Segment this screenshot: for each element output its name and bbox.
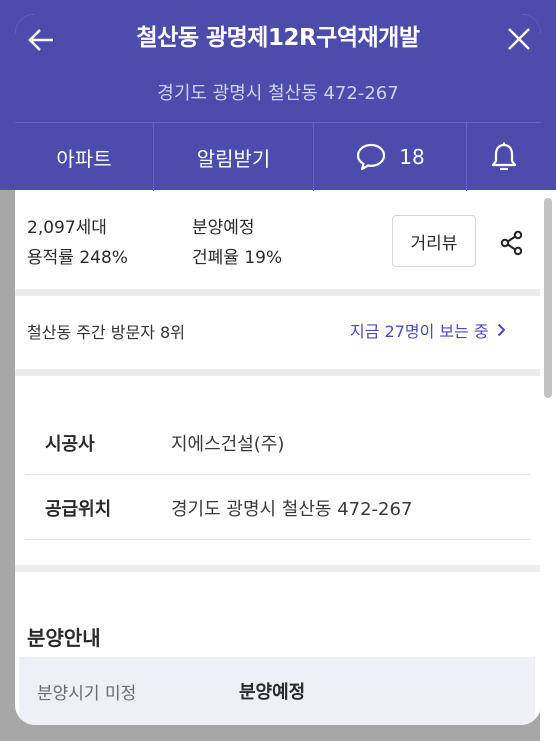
page-title: 철산동 광명제12R구역재개발 <box>136 25 421 51</box>
scrollbar-thumb[interactable] <box>544 198 552 398</box>
location-value: 경기도 광명시 철산동 472-267 <box>171 499 413 520</box>
action-bar: 아파트 알림받기 18 <box>15 122 541 191</box>
households-count: 2,097세대 <box>27 218 107 238</box>
sale-period-label: 분양시기 미정 <box>37 684 137 704</box>
detail-content: 2,097세대 용적률 248% 분양예정 건폐율 19% 거리뷰 철산동 주간… <box>15 190 541 725</box>
header-address: 경기도 광명시 철산동 472-267 <box>157 83 399 104</box>
section-divider <box>15 369 541 376</box>
sale-section-title: 분양안내 <box>27 626 101 650</box>
notify-button[interactable]: 알림받기 <box>154 123 314 191</box>
summary-section: 2,097세대 용적률 248% 분양예정 건폐율 19% 거리뷰 <box>15 190 541 289</box>
sale-status-text: 분양예정 <box>192 218 255 238</box>
viewing-now-link[interactable]: 지금 27명이 보는 중 <box>350 318 506 342</box>
arrow-left-icon[interactable] <box>26 25 56 55</box>
table-row: 공급위치 경기도 광명시 철산동 472-267 <box>25 475 530 540</box>
street-view-button[interactable]: 거리뷰 <box>392 215 476 267</box>
section-divider <box>15 289 541 296</box>
chevron-right-icon <box>497 323 506 337</box>
weekly-visitor-rank: 철산동 주간 방문자 8위 <box>27 323 185 342</box>
comments-button[interactable]: 18 <box>314 123 467 191</box>
info-table: 시공사 지에스건설(주) 공급위치 경기도 광명시 철산동 472-267 <box>25 410 530 540</box>
bell-icon <box>491 142 517 171</box>
close-icon[interactable] <box>505 25 533 53</box>
building-coverage: 건폐율 19% <box>192 248 283 268</box>
builder-value: 지에스건설(주) <box>171 434 285 455</box>
bell-button[interactable] <box>467 123 541 191</box>
sale-info-box: 분양시기 미정 분양예정 <box>19 657 535 725</box>
sale-status-value: 분양예정 <box>239 682 306 703</box>
viewing-now-label: 지금 27명이 보는 중 <box>350 322 489 341</box>
visitor-row: 철산동 주간 방문자 8위 지금 27명이 보는 중 <box>15 296 541 369</box>
speech-bubble-icon <box>357 143 386 171</box>
table-row: 시공사 지에스건설(주) <box>25 410 530 475</box>
page-header: 철산동 광명제12R구역재개발 경기도 광명시 철산동 472-267 아파트 … <box>15 14 541 191</box>
builder-label: 시공사 <box>45 434 95 455</box>
location-label: 공급위치 <box>45 499 112 520</box>
floor-area-ratio: 용적률 248% <box>27 248 128 268</box>
apartment-tab[interactable]: 아파트 <box>15 123 154 191</box>
share-icon[interactable] <box>497 228 527 258</box>
section-divider <box>15 565 541 572</box>
comment-count: 18 <box>399 145 425 169</box>
